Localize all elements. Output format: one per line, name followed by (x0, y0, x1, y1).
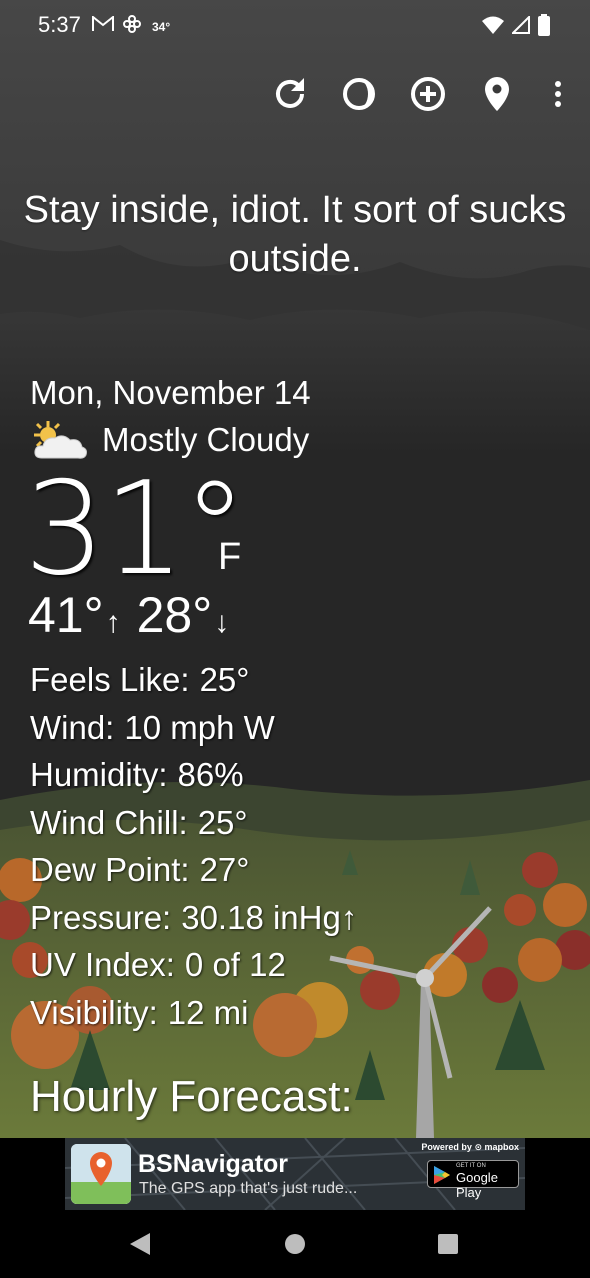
status-time: 5:37 (38, 12, 81, 37)
location-pin-icon (485, 77, 509, 111)
detail-label: UV Index: (30, 946, 175, 983)
detail-dew-point: Dew Point: 27° (30, 846, 357, 894)
detail-value: 12 mi (167, 993, 249, 1031)
detail-value: 86% (177, 756, 244, 793)
detail-label: Wind Chill: (30, 803, 188, 841)
more-options-button[interactable] (538, 74, 578, 114)
detail-label: Humidity: (30, 756, 168, 793)
detail-value: 25° (197, 803, 248, 841)
pinwheel-icon (122, 14, 142, 39)
current-temperature: 31° (24, 455, 247, 604)
add-location-button[interactable] (408, 74, 448, 114)
store-big-label: Google Play (456, 1170, 498, 1200)
home-button[interactable] (281, 1230, 309, 1258)
detail-visibility: Visibility: 12 mi (30, 989, 357, 1037)
high-low: 41° ↑ 28° ↓ (28, 586, 245, 644)
add-location-icon (411, 77, 445, 111)
tagline: Stay inside, idiot. It sort of sucks out… (23, 189, 567, 280)
detail-wind: Wind: 10 mph W (30, 704, 357, 752)
temperature-unit: F (218, 536, 242, 578)
hourly-forecast-heading: Hourly Forecast: (30, 1072, 353, 1121)
detail-value: 27° (199, 851, 250, 888)
detail-wind-chill: Wind Chill: 25° (30, 799, 357, 847)
back-button[interactable] (126, 1230, 154, 1258)
app-icon (71, 1144, 131, 1204)
navigation-bar (0, 1210, 590, 1278)
google-play-button[interactable]: GET IT ON Google Play (427, 1160, 519, 1200)
condition-label: Mostly Cloudy (102, 421, 310, 458)
ad-bar: BSNavigator The GPS app that's just rude… (0, 1138, 590, 1210)
theme-button[interactable] (339, 74, 379, 114)
theme-icon (343, 78, 375, 110)
detail-feels-like: Feels Like: 25° (30, 656, 357, 704)
ad-banner[interactable]: BSNavigator The GPS app that's just rude… (65, 1138, 525, 1210)
detail-uv-index: UV Index: 0 of 12 (30, 941, 357, 989)
detail-pressure: Pressure: 30.18 inHg↑ (30, 894, 357, 942)
mapbox-attribution: Powered by ⊙ mapbox (421, 1142, 519, 1152)
status-temperature: 34° (152, 19, 171, 34)
forecast-date: Mon, November 14 (30, 374, 311, 411)
low-arrow: ↓ (214, 606, 230, 639)
home-icon (285, 1234, 305, 1254)
back-icon (130, 1233, 150, 1255)
location-button[interactable] (477, 74, 517, 114)
recents-icon (438, 1234, 458, 1254)
wifi-icon (482, 16, 504, 39)
detail-label: Visibility: (30, 993, 158, 1031)
detail-label: Pressure: (30, 898, 172, 936)
ad-subtitle: The GPS app that's just rude... (139, 1180, 358, 1197)
detail-label: Dew Point: (30, 851, 190, 888)
detail-value: 0 of 12 (184, 946, 286, 983)
high-temp: 41° (28, 587, 104, 643)
weather-details: Feels Like: 25° Wind: 10 mph W Humidity: 86… (30, 656, 357, 1036)
low-temp: 28° (136, 587, 213, 643)
store-small-label: GET IT ON (456, 1163, 486, 1169)
toolbar (0, 74, 590, 118)
gmail-icon (92, 14, 114, 37)
refresh-icon (276, 78, 304, 108)
detail-value: 10 mph W (124, 708, 275, 746)
high-arrow: ↑ (105, 606, 121, 639)
status-bar: 5:37 34° (0, 0, 590, 54)
ad-title: BSNavigator (138, 1150, 289, 1178)
detail-value: 25° (199, 661, 250, 698)
more-vert-icon (555, 81, 561, 107)
signal-icon (510, 14, 530, 39)
condition-row: Mostly Cloudy (30, 420, 309, 460)
partly-cloudy-icon (34, 421, 87, 459)
detail-value: 30.18 inHg↑ (181, 898, 358, 936)
refresh-button[interactable] (270, 74, 310, 114)
play-store-icon (434, 1166, 450, 1184)
detail-label: Feels Like: (30, 661, 190, 698)
detail-humidity: Humidity: 86% (30, 751, 357, 799)
recents-button[interactable] (434, 1230, 462, 1258)
battery-icon (538, 14, 550, 41)
detail-label: Wind: (30, 708, 115, 746)
